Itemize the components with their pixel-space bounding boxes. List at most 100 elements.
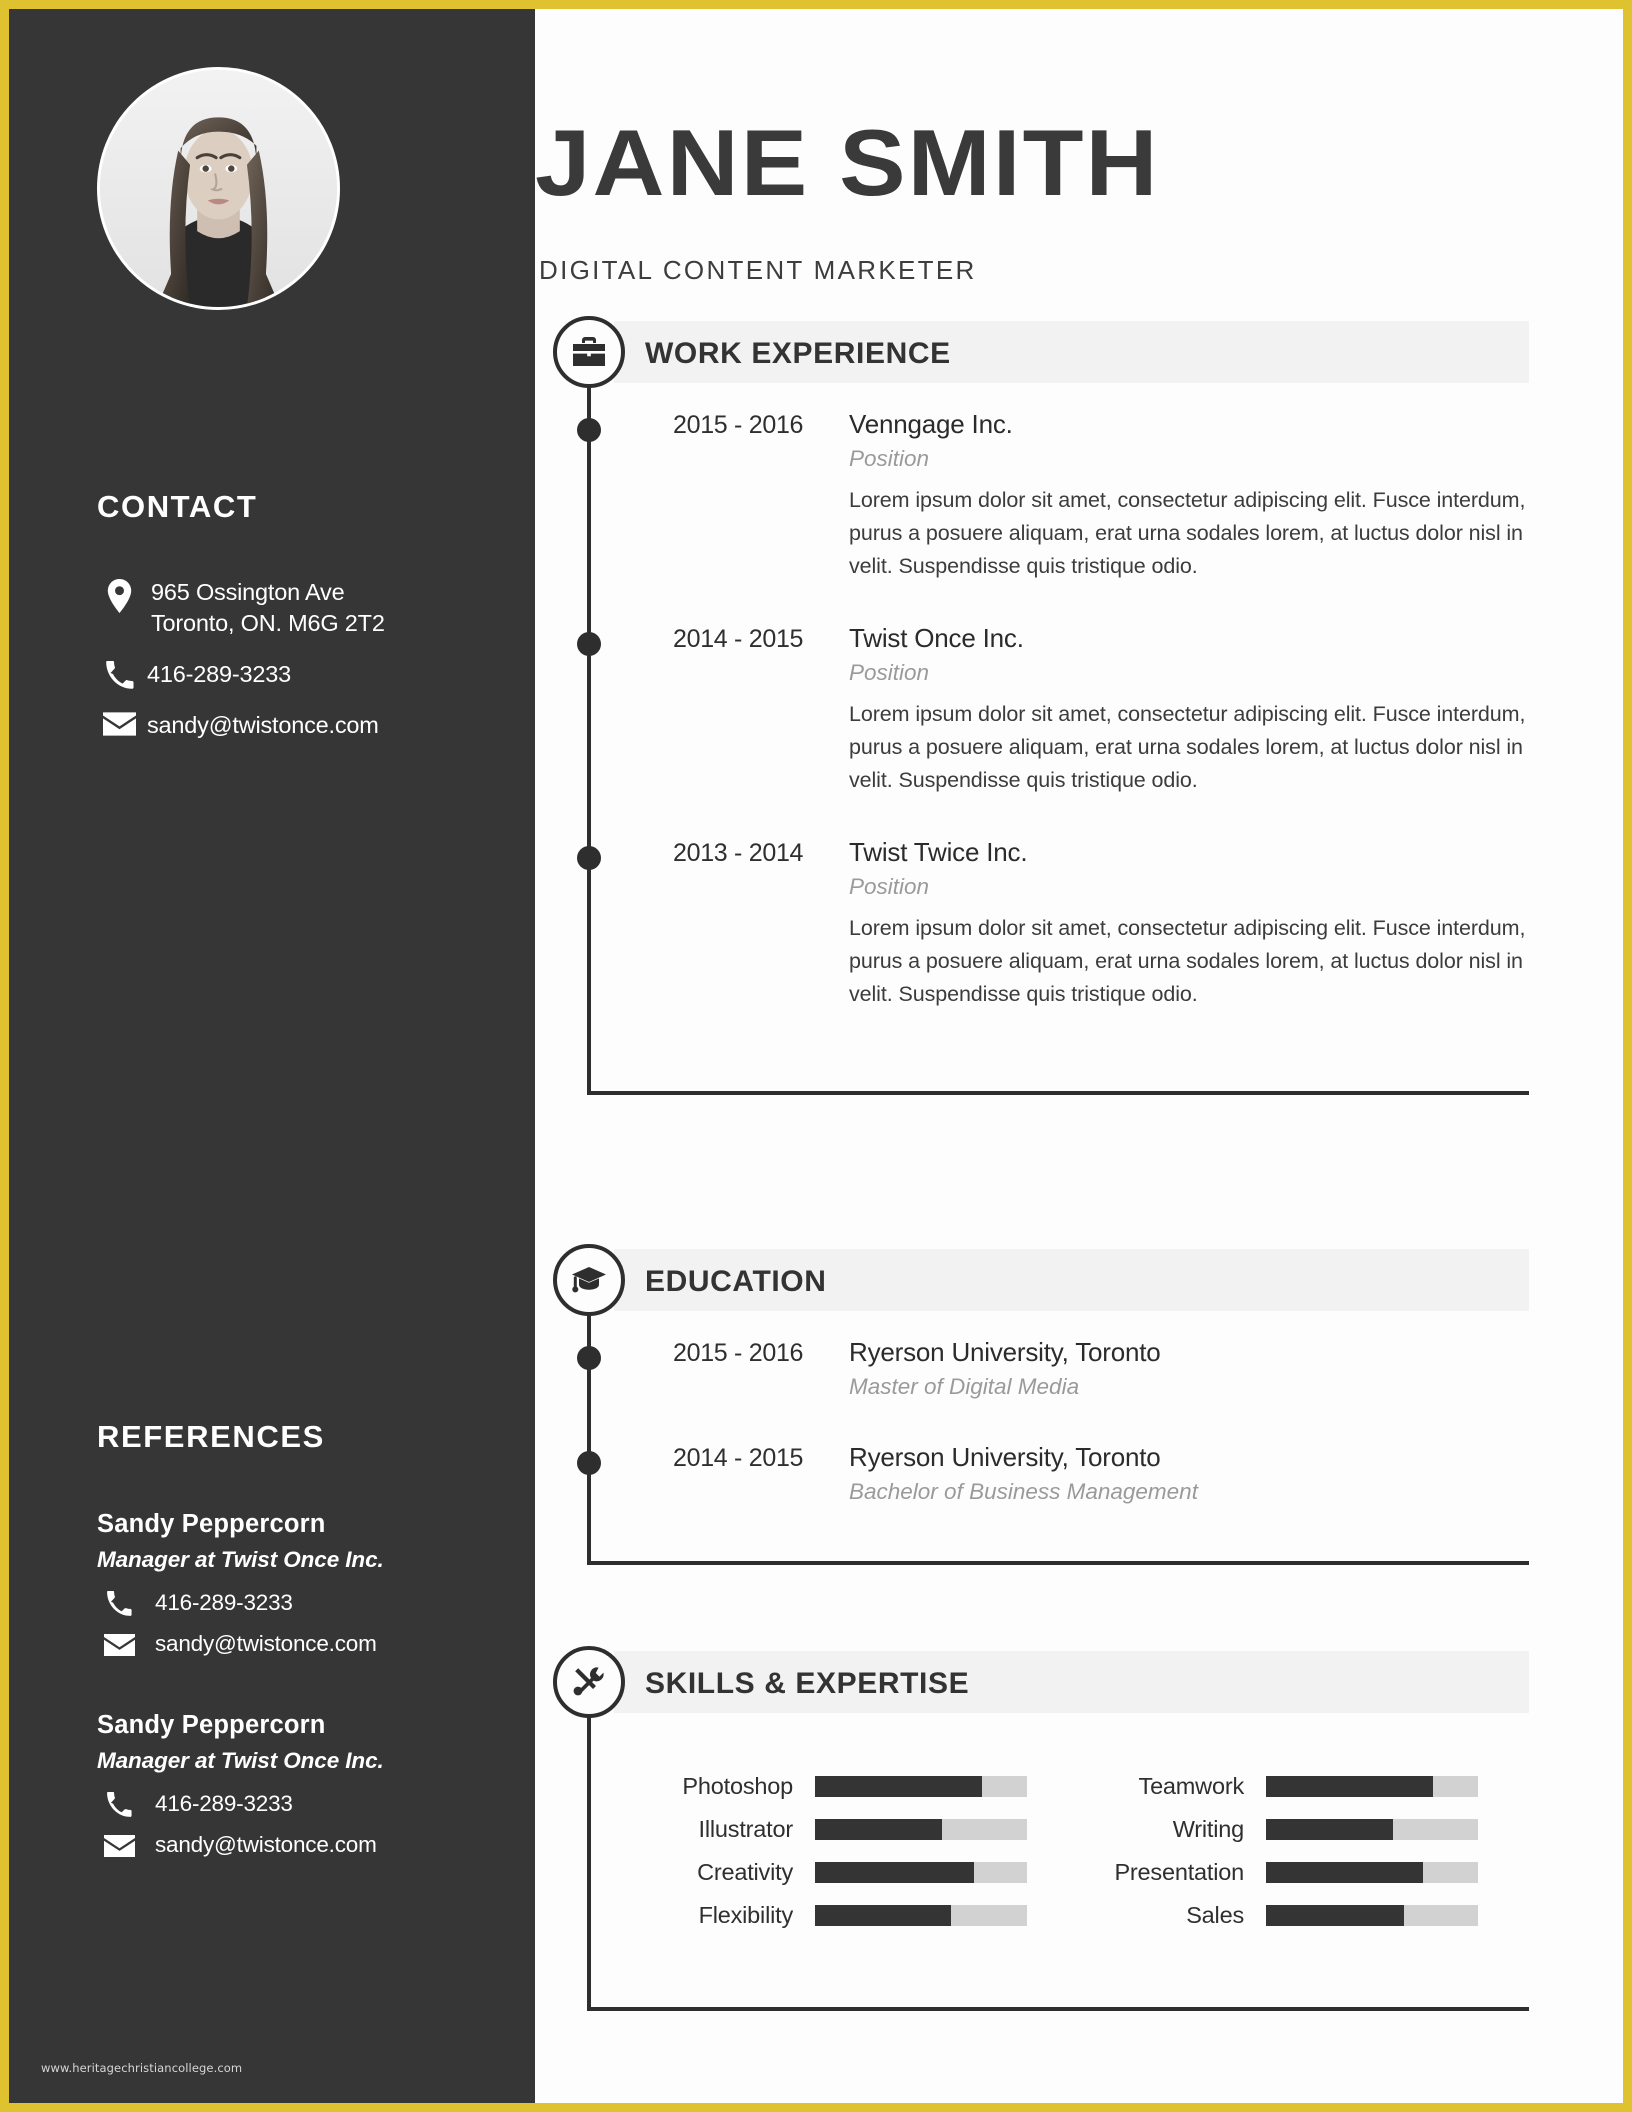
skill-label: Writing [1172, 1816, 1244, 1842]
reference-item: Sandy Peppercorn Manager at Twist Once I… [97, 1510, 507, 1659]
skills-title: SKILLS & EXPERTISE [645, 1667, 970, 1700]
skill-row: Illustrator [627, 1816, 1078, 1843]
contact-section: CONTACT 965 Ossington Ave Toronto, ON. M… [97, 489, 497, 761]
skills-grid: Photoshop Illustrator Creativity Flexibi… [591, 1739, 1529, 1945]
skill-fill [815, 1819, 943, 1840]
address-line-2: Toronto, ON. M6G 2T2 [151, 610, 385, 636]
reference-email-row[interactable]: sandy@twistonce.com [97, 1829, 507, 1860]
references-section: REFERENCES Sandy Peppercorn Manager at T… [97, 1419, 507, 1906]
contact-address-row: 965 Ossington Ave Toronto, ON. M6G 2T2 [97, 577, 497, 639]
envelope-icon [97, 1833, 141, 1857]
work-company: Twist Once Inc. [849, 623, 1024, 653]
education-header: EDUCATION [535, 1244, 1623, 1316]
skill-track [1266, 1905, 1478, 1926]
timeline-dot [577, 1346, 601, 1370]
education-entry: 2015 - 2016 Ryerson University, Toronto … [577, 1337, 1529, 1400]
skill-fill [815, 1862, 974, 1883]
reference-email[interactable]: sandy@twistonce.com [141, 1628, 377, 1659]
contact-phone[interactable]: 416-289-3233 [141, 659, 291, 690]
reference-phone-row[interactable]: 416-289-3233 [97, 1788, 507, 1819]
work-years: 2013 - 2014 [673, 839, 804, 867]
timeline-dot [577, 632, 601, 656]
skill-track [815, 1905, 1027, 1926]
work-position: Position [849, 660, 930, 685]
skill-track [815, 1862, 1027, 1883]
skill-row: Photoshop [627, 1773, 1078, 1800]
skill-label: Flexibility [698, 1902, 794, 1928]
skill-fill [1266, 1905, 1404, 1926]
phone-icon [97, 1589, 141, 1617]
work-company: Venngage Inc. [849, 409, 1013, 439]
skill-track [1266, 1862, 1478, 1883]
skill-label: Creativity [697, 1859, 793, 1885]
skill-fill [815, 1776, 983, 1797]
work-company: Twist Twice Inc. [849, 837, 1028, 867]
skill-label: Illustrator [698, 1816, 794, 1842]
work-experience-header: WORK EXPERIENCE [535, 316, 1623, 388]
skill-fill [1266, 1862, 1423, 1883]
phone-icon [97, 1790, 141, 1818]
location-pin-icon [97, 577, 141, 613]
work-years: 2015 - 2016 [673, 411, 804, 439]
work-description: Lorem ipsum dolor sit amet, consectetur … [849, 702, 1526, 792]
work-description: Lorem ipsum dolor sit amet, consectetur … [849, 916, 1526, 1006]
watermark: www.heritagechristiancollege.com [41, 2061, 243, 2075]
reference-email-row[interactable]: sandy@twistonce.com [97, 1628, 507, 1659]
skill-label: Sales [1186, 1902, 1244, 1928]
sidebar: CONTACT 965 Ossington Ave Toronto, ON. M… [9, 9, 535, 2103]
avatar [97, 67, 340, 310]
references-heading: REFERENCES [97, 1419, 325, 1454]
skill-row: Creativity [627, 1859, 1078, 1886]
resume-page: CONTACT 965 Ossington Ave Toronto, ON. M… [0, 0, 1632, 2112]
reference-item: Sandy Peppercorn Manager at Twist Once I… [97, 1711, 507, 1860]
skill-track [815, 1776, 1027, 1797]
envelope-icon [97, 710, 141, 736]
reference-name: Sandy Peppercorn [97, 1510, 326, 1538]
work-years: 2014 - 2015 [673, 625, 804, 653]
contact-email-row[interactable]: sandy@twistonce.com [97, 710, 497, 741]
briefcase-icon [553, 316, 625, 388]
work-position: Position [849, 446, 930, 471]
skill-fill [1266, 1819, 1394, 1840]
education-title: EDUCATION [645, 1265, 827, 1298]
reference-phone[interactable]: 416-289-3233 [141, 1587, 293, 1618]
work-entry: 2015 - 2016 Venngage Inc. Position Lorem… [577, 409, 1529, 583]
work-timeline: 2015 - 2016 Venngage Inc. Position Lorem… [577, 383, 1529, 1095]
skills-container: Photoshop Illustrator Creativity Flexibi… [587, 1713, 1529, 2011]
education-years: 2014 - 2015 [673, 1444, 804, 1472]
reference-phone-row[interactable]: 416-289-3233 [97, 1587, 507, 1618]
skills-left-column: Photoshop Illustrator Creativity Flexibi… [627, 1773, 1078, 1945]
skill-label: Presentation [1114, 1859, 1244, 1885]
reference-email[interactable]: sandy@twistonce.com [141, 1829, 377, 1860]
skill-track [1266, 1776, 1478, 1797]
skill-row: Teamwork [1078, 1773, 1529, 1800]
skill-row: Writing [1078, 1816, 1529, 1843]
job-title: DIGITAL CONTENT MARKETER [539, 255, 977, 285]
work-position: Position [849, 874, 930, 899]
skill-label: Photoshop [682, 1773, 793, 1799]
address-line-1: 965 Ossington Ave [151, 579, 345, 605]
education-entry: 2014 - 2015 Ryerson University, Toronto … [577, 1442, 1529, 1505]
education-degree: Bachelor of Business Management [849, 1479, 1198, 1504]
work-entry: 2014 - 2015 Twist Once Inc. Position Lor… [577, 623, 1529, 797]
page-title: JANE SMITH [535, 110, 1160, 215]
reference-phone[interactable]: 416-289-3233 [141, 1788, 293, 1819]
skill-row: Flexibility [627, 1902, 1078, 1929]
education-degree: Master of Digital Media [849, 1374, 1080, 1399]
education-school: Ryerson University, Toronto [849, 1337, 1161, 1367]
education-timeline: 2015 - 2016 Ryerson University, Toronto … [577, 1311, 1529, 1565]
skill-track [1266, 1819, 1478, 1840]
skills-right-column: Teamwork Writing Presentation Sales [1078, 1773, 1529, 1945]
work-description: Lorem ipsum dolor sit amet, consectetur … [849, 488, 1526, 578]
contact-email[interactable]: sandy@twistonce.com [141, 710, 379, 741]
timeline-dot [577, 846, 601, 870]
skills-section: SKILLS & EXPERTISE Photoshop Illustrator [535, 1646, 1623, 2011]
skill-track [815, 1819, 1027, 1840]
reference-role: Manager at Twist Once Inc. [97, 1547, 384, 1572]
tools-icon [553, 1646, 625, 1718]
contact-phone-row[interactable]: 416-289-3233 [97, 659, 497, 690]
phone-icon [97, 659, 141, 690]
graduation-cap-icon [553, 1244, 625, 1316]
education-years: 2015 - 2016 [673, 1339, 804, 1367]
education-school: Ryerson University, Toronto [849, 1442, 1161, 1472]
